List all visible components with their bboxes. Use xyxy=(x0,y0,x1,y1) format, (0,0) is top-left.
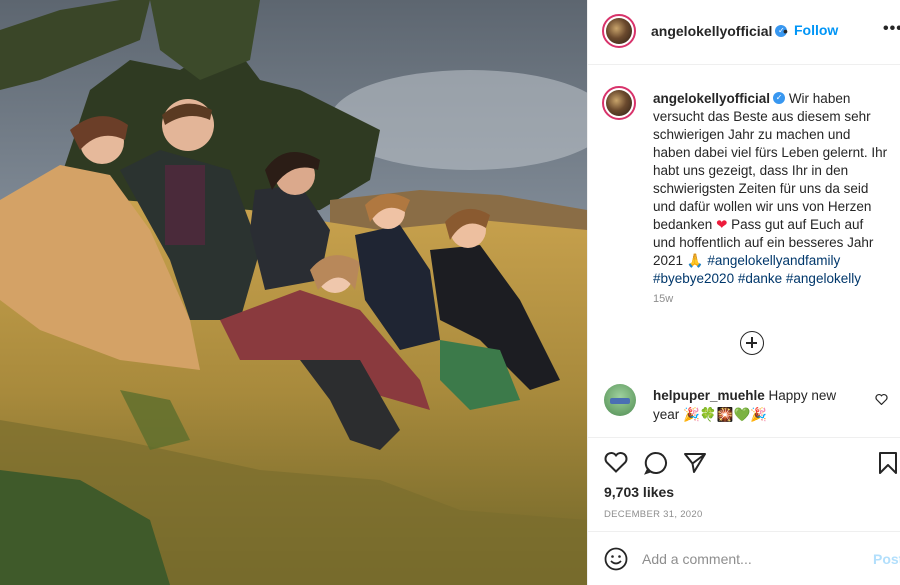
comment-username[interactable]: helpuper_muehle xyxy=(653,388,765,403)
comment-input[interactable] xyxy=(642,548,862,570)
caption-time-ago[interactable]: 15w xyxy=(653,293,673,305)
comment-avatar[interactable] xyxy=(604,384,636,416)
separator-dot: • xyxy=(783,23,788,39)
post-actions-bar xyxy=(588,437,900,487)
follow-button[interactable]: Follow xyxy=(794,22,838,38)
comment-emojis: 🎉🍀🎇💚🎉 xyxy=(683,407,768,422)
post-photo[interactable] xyxy=(0,0,587,585)
caption-avatar[interactable] xyxy=(602,86,636,120)
comment-icon[interactable] xyxy=(644,451,668,480)
header-username[interactable]: angelokellyofficial ✓ xyxy=(651,23,788,39)
family-photo-image xyxy=(0,0,587,585)
comment-like-heart-icon[interactable] xyxy=(875,393,888,408)
profile-avatar[interactable] xyxy=(602,14,636,48)
post-comment-button[interactable]: Post xyxy=(873,551,900,567)
emoji-icon[interactable] xyxy=(604,547,628,576)
caption-username[interactable]: angelokellyofficial xyxy=(653,91,770,106)
bookmark-icon[interactable] xyxy=(878,451,898,480)
post-date[interactable]: DECEMBER 31, 2020 xyxy=(604,509,703,520)
caption-text-1: Wir haben versucht das Beste aus diesem … xyxy=(653,91,888,232)
hashtag-link[interactable]: #danke xyxy=(738,271,782,286)
post-header: angelokellyofficial✓ • Follow ••• xyxy=(588,0,900,65)
plus-circle-icon[interactable] xyxy=(740,331,764,355)
add-comment-bar: Post xyxy=(588,531,900,585)
hashtag-link[interactable]: #angelokellyandfamily xyxy=(707,253,840,268)
hashtag-link[interactable]: #byebye2020 xyxy=(653,271,734,286)
post-side-panel: angelokellyofficial✓ • Follow ••• angelo… xyxy=(587,0,900,585)
comment-item: helpuper_muehle Happy new year 🎉🍀🎇💚🎉 xyxy=(653,386,863,424)
heart-emoji: ❤ xyxy=(716,217,728,232)
hashtag-link[interactable]: #angelokelly xyxy=(786,271,861,286)
more-options-icon[interactable]: ••• xyxy=(883,20,900,38)
send-icon[interactable] xyxy=(683,451,707,480)
header-username-text[interactable]: angelokellyofficial xyxy=(651,23,772,39)
verified-badge-icon: ✓ xyxy=(773,92,786,105)
likes-count[interactable]: 9,703 likes xyxy=(604,484,674,500)
heart-icon[interactable] xyxy=(604,451,628,478)
post-caption: angelokellyofficial ✓ Wir haben versucht … xyxy=(653,90,889,288)
pray-emoji: 🙏 xyxy=(686,253,704,268)
